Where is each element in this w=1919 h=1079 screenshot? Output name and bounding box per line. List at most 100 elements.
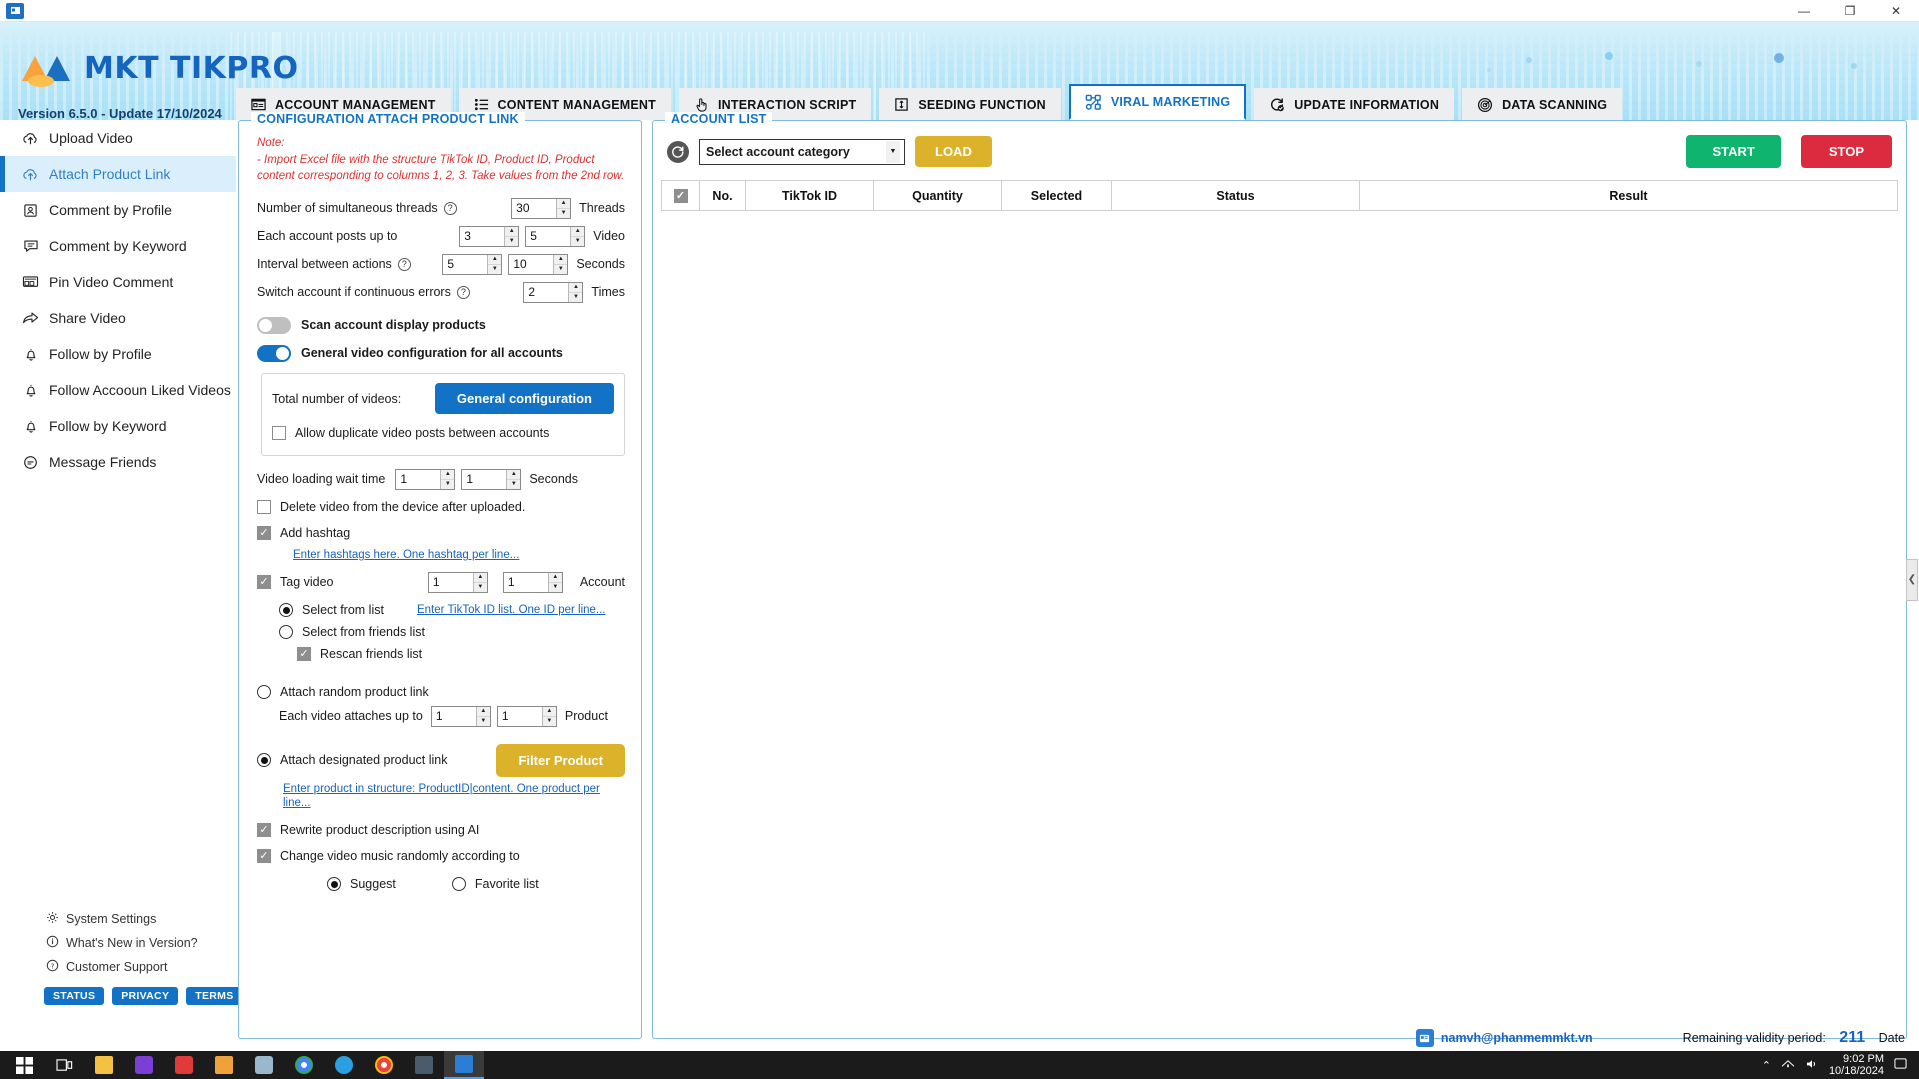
- stepper-down[interactable]: ▼: [548, 582, 562, 592]
- taskbar-clock[interactable]: 9:02 PM 10/18/2024: [1829, 1053, 1884, 1077]
- refresh-icon[interactable]: [667, 140, 689, 163]
- select-all-checkbox[interactable]: [673, 189, 688, 204]
- sidebar-item-follow-by-profile[interactable]: Follow by Profile: [0, 336, 236, 372]
- stepper-down[interactable]: ▼: [488, 264, 502, 274]
- attach-random-row[interactable]: Attach random product link: [257, 681, 625, 703]
- interval-min-stepper[interactable]: ▲▼: [442, 253, 503, 275]
- threads-stepper[interactable]: ▲▼: [511, 197, 572, 219]
- sidebar-item-message-friends[interactable]: Message Friends: [0, 444, 236, 480]
- general-config-toggle-row[interactable]: General video configuration for all acco…: [257, 339, 625, 367]
- tag-video-row[interactable]: Tag video ▲▼ ▲▼ Account: [257, 569, 625, 595]
- stepper-up[interactable]: ▲: [571, 226, 585, 237]
- stepper-up[interactable]: ▲: [507, 469, 521, 480]
- collapse-panel-handle[interactable]: ❮: [1906, 558, 1918, 601]
- select-all-header[interactable]: [661, 180, 700, 211]
- stepper-arrows[interactable]: ▲ ▼: [506, 469, 521, 489]
- stepper-up[interactable]: ▲: [473, 572, 487, 583]
- stepper-down[interactable]: ▼: [554, 264, 568, 274]
- stepper-down[interactable]: ▼: [557, 208, 571, 218]
- maximize-button[interactable]: ❐: [1827, 0, 1873, 22]
- stepper-arrows[interactable]: ▲ ▼: [475, 706, 490, 726]
- store-icon[interactable]: [164, 1051, 204, 1079]
- network-icon[interactable]: [1781, 1058, 1795, 1073]
- stepper-up[interactable]: ▲: [488, 254, 502, 265]
- stepper-arrows[interactable]: ▲ ▼: [541, 706, 556, 726]
- rescan-friends-row[interactable]: Rescan friends list: [257, 643, 625, 665]
- change-music-checkbox[interactable]: [257, 849, 271, 864]
- mkt-tikpro-taskbar-icon[interactable]: [444, 1051, 484, 1079]
- tag-video-max-stepper[interactable]: ▲▼: [502, 571, 563, 593]
- allow-duplicate-row[interactable]: Allow duplicate video posts between acco…: [272, 420, 614, 446]
- stepper-arrows[interactable]: ▲ ▼: [553, 254, 568, 274]
- sidebar-item-upload-video[interactable]: Upload Video: [0, 120, 236, 156]
- wait-time-min-stepper[interactable]: ▲▼: [395, 468, 456, 490]
- select-from-list-row[interactable]: Select from list Enter TikTok ID list. O…: [257, 599, 625, 621]
- scan-products-toggle-row[interactable]: Scan account display products: [257, 311, 625, 339]
- switch-errors-stepper[interactable]: ▲▼: [523, 281, 584, 303]
- rewrite-ai-row[interactable]: Rewrite product description using AI: [257, 817, 625, 843]
- account-info[interactable]: namvh@phanmemmkt.vn: [1415, 1029, 1593, 1047]
- mail-icon[interactable]: [404, 1051, 444, 1079]
- terms-pill[interactable]: TERMS: [186, 987, 243, 1005]
- stepper-up[interactable]: ▲: [557, 198, 571, 209]
- sidebar-item-attach-product-link[interactable]: Attach Product Link: [0, 156, 236, 192]
- rewrite-ai-checkbox[interactable]: [257, 823, 271, 838]
- tab-update-information[interactable]: UPDATE INFORMATION: [1254, 88, 1455, 120]
- window-controls[interactable]: — ❐ ✕: [1781, 0, 1919, 22]
- general-configuration-button[interactable]: General configuration: [434, 383, 614, 415]
- add-hashtag-checkbox[interactable]: [257, 526, 271, 541]
- sidebar-link-whats-new[interactable]: What's New in Version?: [0, 931, 236, 955]
- status-pill[interactable]: STATUS: [44, 987, 105, 1005]
- sidebar-item-comment-by-profile[interactable]: Comment by Profile: [0, 192, 236, 228]
- posts-max-stepper[interactable]: ▲▼: [525, 225, 586, 247]
- sidebar-item-follow-account-liked-videos[interactable]: Follow Accooun Liked Videos: [0, 372, 236, 408]
- hashtag-input-link[interactable]: Enter hashtags here. One hashtag per lin…: [293, 549, 519, 561]
- stepper-up[interactable]: ▲: [542, 706, 556, 717]
- stepper-arrows[interactable]: ▲ ▼: [570, 226, 585, 246]
- stepper-up[interactable]: ▲: [554, 254, 568, 265]
- sidebar-item-comment-by-keyword[interactable]: Comment by Keyword: [0, 228, 236, 264]
- chrome-icon[interactable]: [284, 1051, 324, 1079]
- sidebar-link-customer-support[interactable]: ? Customer Support: [0, 955, 236, 979]
- stepper-down[interactable]: ▼: [571, 236, 585, 246]
- help-icon[interactable]: ?: [443, 201, 457, 215]
- load-button[interactable]: LOAD: [915, 136, 992, 167]
- delete-video-checkbox[interactable]: [257, 500, 271, 515]
- tag-video-min-stepper[interactable]: ▲▼: [427, 571, 488, 593]
- scan-products-toggle[interactable]: [257, 316, 291, 334]
- notepad-icon[interactable]: [124, 1051, 164, 1079]
- stepper-up[interactable]: ▲: [548, 572, 562, 583]
- account-category-select[interactable]: Select account category ▼: [699, 138, 905, 165]
- telegram-icon[interactable]: [324, 1051, 364, 1079]
- stepper-arrows[interactable]: ▲ ▼: [547, 572, 562, 592]
- sidebar-item-share-video[interactable]: Share Video: [0, 300, 236, 336]
- photos-icon[interactable]: [244, 1051, 284, 1079]
- tab-viral-marketing[interactable]: VIRAL MARKETING: [1068, 84, 1247, 120]
- privacy-pill[interactable]: PRIVACY: [112, 987, 179, 1005]
- filter-product-button[interactable]: Filter Product: [496, 743, 625, 777]
- stepper-up[interactable]: ▲: [476, 706, 490, 717]
- stepper-arrows[interactable]: ▲ ▼: [556, 198, 571, 218]
- stepper-down[interactable]: ▼: [473, 582, 487, 592]
- task-view-icon[interactable]: [44, 1051, 84, 1079]
- tab-data-scanning[interactable]: DATA SCANNING: [1462, 88, 1623, 120]
- attach-designated-radio[interactable]: [257, 753, 271, 768]
- stepper-arrows[interactable]: ▲ ▼: [504, 226, 519, 246]
- music-suggest-radio[interactable]: [327, 877, 341, 892]
- chevron-down-icon[interactable]: ▼: [886, 140, 900, 163]
- rescan-friends-checkbox[interactable]: [297, 647, 311, 662]
- stepper-down[interactable]: ▼: [476, 716, 490, 726]
- sidebar-link-system-settings[interactable]: System Settings: [0, 907, 236, 931]
- general-config-toggle[interactable]: [257, 344, 291, 362]
- interval-max-stepper[interactable]: ▲▼: [508, 253, 569, 275]
- close-button[interactable]: ✕: [1873, 0, 1919, 22]
- attach-designated-row[interactable]: Attach designated product link Filter Pr…: [257, 743, 625, 777]
- tab-seeding-function[interactable]: SEEDING FUNCTION: [879, 88, 1061, 120]
- sidebar-item-follow-by-keyword[interactable]: Follow by Keyword: [0, 408, 236, 444]
- start-button[interactable]: START: [1686, 135, 1781, 168]
- each-video-min-stepper[interactable]: ▲▼: [430, 705, 491, 727]
- posts-min-stepper[interactable]: ▲▼: [459, 225, 520, 247]
- music-favorite-radio[interactable]: [451, 877, 466, 892]
- select-from-list-radio[interactable]: [279, 603, 293, 618]
- minimize-button[interactable]: —: [1781, 0, 1827, 22]
